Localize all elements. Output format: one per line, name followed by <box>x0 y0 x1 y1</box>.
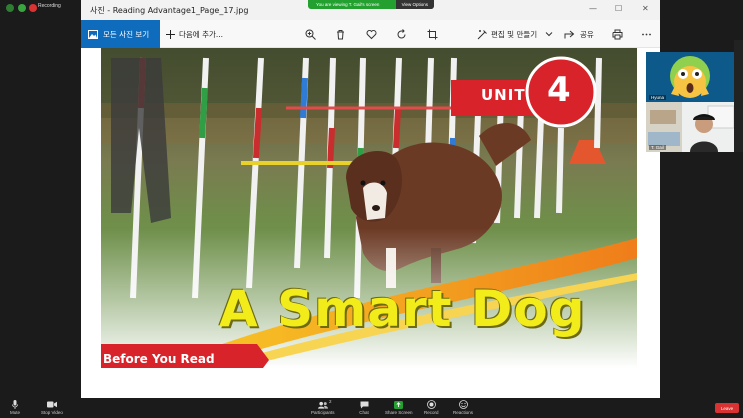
lesson-title: A Smart Dog <box>219 280 586 338</box>
delete-icon[interactable] <box>333 27 347 41</box>
print-icon[interactable] <box>610 27 624 41</box>
chat-button[interactable]: Chat <box>359 400 369 415</box>
edit-create-label[interactable]: 편집 및 만들기 <box>491 29 537 40</box>
before-you-read-label: Before You Read <box>103 352 215 366</box>
add-to-label: 다음에 추가... <box>179 29 224 39</box>
all-photos-label: 모든 사진 보기 <box>103 29 150 39</box>
recording-dot-icon <box>29 4 37 12</box>
banner-text: You are viewing T. Gail's screen <box>316 2 380 7</box>
plus-icon <box>166 29 175 39</box>
leave-meeting-button[interactable]: Leave <box>715 403 739 413</box>
rotate-icon[interactable] <box>394 27 408 41</box>
participants-icon <box>317 400 328 409</box>
chat-icon <box>359 400 369 409</box>
video-camera-icon <box>46 400 57 409</box>
maximize-button[interactable]: ☐ <box>615 4 622 13</box>
edit-create-icon[interactable] <box>475 27 489 41</box>
close-button[interactable]: ✕ <box>642 4 649 13</box>
participants-count: 2 <box>329 399 332 404</box>
share-screen-icon <box>394 400 404 409</box>
chevron-down-icon[interactable] <box>542 27 556 41</box>
photo-image: UNIT 4 A Smart Dog Before You Read <box>101 48 637 368</box>
share-icon[interactable] <box>562 27 576 41</box>
photos-window: 사진 - Reading Advantage1_Page_17.jpg — ☐ … <box>81 0 660 400</box>
share-screen-button[interactable]: Share Screen <box>385 400 413 415</box>
unit-label: UNIT <box>481 86 526 104</box>
zoom-meeting-controls: Mute Stop Video Participants 2 Chat Shar <box>0 398 743 418</box>
page-margin <box>81 368 660 400</box>
minimize-button[interactable]: — <box>589 4 597 13</box>
participant-name: Hyuna <box>649 95 667 100</box>
add-to-button[interactable]: 다음에 추가... <box>166 20 223 48</box>
all-photos-button[interactable]: 모든 사진 보기 <box>81 20 160 48</box>
unit-number: 4 <box>547 70 571 110</box>
heart-icon[interactable] <box>364 27 378 41</box>
participant-name: T. Gail <box>649 145 666 150</box>
photos-toolbar: 모든 사진 보기 다음에 추가... 편집 및 만들기 공유 <box>81 20 660 48</box>
crop-icon[interactable] <box>425 27 439 41</box>
recording-label: Recording <box>38 3 61 9</box>
shield-icon[interactable] <box>6 4 14 12</box>
participant-tile-hyuna[interactable]: Hyuna <box>646 52 734 102</box>
photo-gallery-icon <box>88 29 98 39</box>
share-label[interactable]: 공유 <box>580 29 594 40</box>
window-title: 사진 - Reading Advantage1_Page_17.jpg <box>90 6 249 15</box>
zoom-meeting-screen: Recording 사진 - Reading Advantage1_Page_1… <box>0 0 743 418</box>
reactions-button[interactable]: Reactions <box>453 400 473 415</box>
security-check-icon[interactable] <box>18 4 26 12</box>
participant-tile-t-gail[interactable]: T. Gail <box>646 102 734 152</box>
record-button[interactable]: Record <box>424 400 439 415</box>
microphone-icon <box>10 400 20 409</box>
reactions-icon <box>458 400 468 409</box>
more-options-icon[interactable] <box>639 27 653 41</box>
zoom-in-icon[interactable] <box>303 27 317 41</box>
record-icon <box>426 400 436 409</box>
view-options-button[interactable]: View Options <box>395 0 434 9</box>
mute-button[interactable]: Mute <box>10 400 20 415</box>
gallery-scrollbar[interactable] <box>734 40 743 152</box>
stop-video-button[interactable]: Stop Video <box>41 400 63 415</box>
screen-share-banner: You are viewing T. Gail's screen View Op… <box>308 0 434 9</box>
